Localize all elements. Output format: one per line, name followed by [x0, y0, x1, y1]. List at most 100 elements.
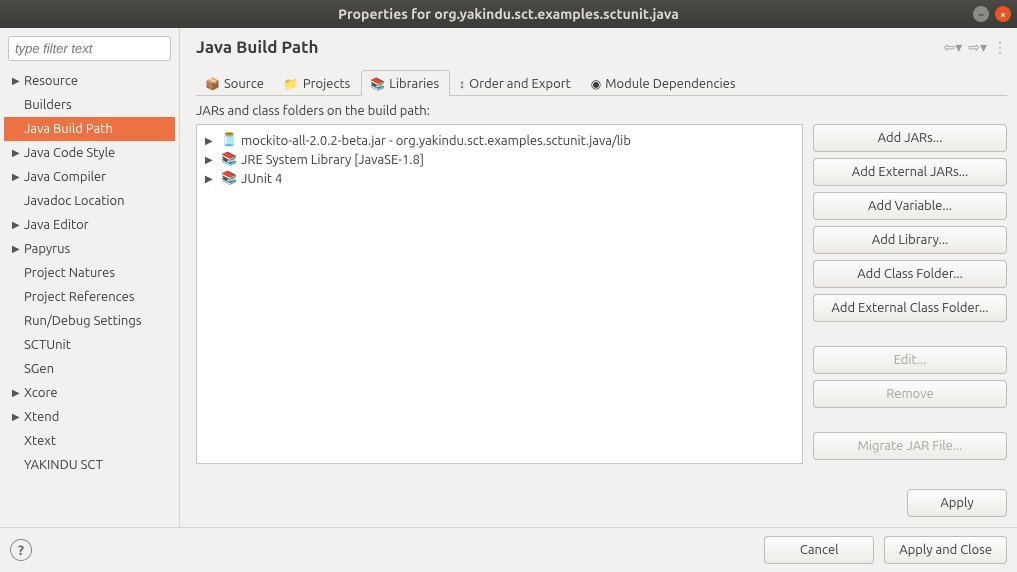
add-external-jars-button[interactable]: Add External JARs...: [813, 158, 1007, 186]
tab-icon: 📁: [284, 77, 299, 91]
sidebar: ▶ResourceBuildersJava Build Path▶Java Co…: [0, 28, 180, 527]
tree-item[interactable]: ▶ 📚 JUnit 4: [201, 169, 798, 188]
cancel-button[interactable]: Cancel: [764, 536, 874, 564]
nav-tree: ▶ResourceBuildersJava Build Path▶Java Co…: [4, 69, 175, 477]
sidebar-item-label: Xtend: [24, 407, 59, 427]
sidebar-item[interactable]: SGen: [4, 357, 175, 381]
expand-icon: ▶: [205, 154, 217, 166]
tab-order-and-export[interactable]: ↕ Order and Export: [450, 70, 582, 96]
sidebar-item[interactable]: Javadoc Location: [4, 189, 175, 213]
sidebar-item-label: SCTUnit: [24, 335, 71, 355]
sidebar-item[interactable]: ▶Papyrus: [4, 237, 175, 261]
tab-module-dependencies[interactable]: ◉ Module Dependencies: [582, 70, 747, 96]
sidebar-item[interactable]: ▶Resource: [4, 69, 175, 93]
tab-icon: ◉: [591, 77, 601, 91]
expand-icon: ▶: [12, 407, 24, 427]
library-icon: 📚: [221, 152, 237, 167]
titlebar: Properties for org.yakindu.sct.examples.…: [0, 0, 1017, 28]
migrate-button: Migrate JAR File...: [813, 432, 1007, 460]
sidebar-item[interactable]: ▶Xtend: [4, 405, 175, 429]
expand-icon: ▶: [205, 173, 217, 185]
tree-item-label: JUnit 4: [241, 172, 282, 186]
sidebar-item[interactable]: Project Natures: [4, 261, 175, 285]
tab-libraries[interactable]: 📚Libraries: [361, 70, 450, 96]
menu-icon[interactable]: ⋮: [993, 39, 1007, 56]
libraries-subhead: JARs and class folders on the build path…: [196, 104, 1007, 118]
libraries-row: ▶ 🫙 mockito-all-2.0.2-beta.jar - org.yakin…: [196, 124, 1007, 477]
window-title: Properties for org.yakindu.sct.examples.…: [338, 6, 679, 22]
sidebar-item-label: Java Compiler: [24, 167, 106, 187]
add-jars-button[interactable]: Add JARs...: [813, 124, 1007, 152]
expand-icon: ▶: [12, 239, 24, 259]
forward-icon[interactable]: ⇨▾: [968, 39, 987, 56]
minimize-button[interactable]: –: [973, 6, 989, 22]
sidebar-item[interactable]: Run/Debug Settings: [4, 309, 175, 333]
tab-icon: 📦: [205, 77, 220, 91]
sidebar-item-label: Java Build Path: [24, 119, 113, 139]
sidebar-item[interactable]: YAKINDU SCT: [4, 453, 175, 477]
sidebar-item[interactable]: ▶Xcore: [4, 381, 175, 405]
sidebar-item-label: Javadoc Location: [24, 191, 125, 211]
tree-item[interactable]: ▶ 🫙 mockito-all-2.0.2-beta.jar - org.yakin…: [201, 131, 798, 150]
sidebar-item-label: Xcore: [24, 383, 58, 403]
expand-icon: ▶: [205, 135, 217, 147]
sidebar-item-label: Resource: [24, 71, 78, 91]
sidebar-item-label: Java Code Style: [24, 143, 115, 163]
expand-icon: ▶: [12, 383, 24, 403]
sidebar-item-label: YAKINDU SCT: [24, 455, 103, 475]
sidebar-item[interactable]: Java Build Path: [4, 117, 175, 141]
tab-source[interactable]: 📦 Source: [196, 70, 275, 96]
add-external-class-folder-button[interactable]: Add External Class Folder...: [813, 294, 1007, 322]
sidebar-item-label: Papyrus: [24, 239, 70, 259]
edit-button: Edit...: [813, 346, 1007, 374]
window-controls: – ×: [973, 6, 1011, 22]
filter-input[interactable]: [8, 36, 171, 61]
help-icon[interactable]: ?: [10, 539, 32, 561]
tab-label: Source: [224, 77, 264, 91]
sidebar-item-label: SGen: [24, 359, 54, 379]
page-title: Java Build Path: [196, 38, 318, 57]
sidebar-item[interactable]: SCTUnit: [4, 333, 175, 357]
sidebar-item[interactable]: ▶Java Compiler: [4, 165, 175, 189]
content-area: ▶ResourceBuildersJava Build Path▶Java Co…: [0, 28, 1017, 527]
footer-buttons: Cancel Apply and Close: [764, 536, 1007, 564]
add-variable-button[interactable]: Add Variable...: [813, 192, 1007, 220]
add-class-folder-button[interactable]: Add Class Folder...: [813, 260, 1007, 288]
apply-button[interactable]: Apply: [907, 489, 1007, 517]
sidebar-item[interactable]: ▶Java Code Style: [4, 141, 175, 165]
tab-body: JARs and class folders on the build path…: [196, 104, 1007, 527]
sidebar-item[interactable]: Builders: [4, 93, 175, 117]
header-toolbar: ⇦▾ ⇨▾ ⋮: [943, 39, 1007, 56]
add-library-button[interactable]: Add Library...: [813, 226, 1007, 254]
close-button[interactable]: ×: [995, 6, 1011, 22]
jar-icon: 🫙: [221, 133, 237, 148]
sidebar-item[interactable]: ▶Java Editor: [4, 213, 175, 237]
tree-item[interactable]: ▶ 📚 JRE System Library [JavaSE-1.8]: [201, 150, 798, 169]
tree-item-label: mockito-all-2.0.2-beta.jar - org.yakindu…: [241, 134, 631, 148]
sidebar-item[interactable]: Project References: [4, 285, 175, 309]
sidebar-item-label: Project Natures: [24, 263, 115, 283]
back-icon[interactable]: ⇦▾: [943, 39, 962, 56]
tree-item-label: JRE System Library [JavaSE-1.8]: [241, 153, 424, 167]
header-row: Java Build Path ⇦▾ ⇨▾ ⋮: [196, 38, 1007, 57]
expand-icon: ▶: [12, 71, 24, 91]
sidebar-item[interactable]: Xtext: [4, 429, 175, 453]
apply-close-button[interactable]: Apply and Close: [884, 536, 1007, 564]
sidebar-item-label: Run/Debug Settings: [24, 311, 141, 331]
tab-label: Projects: [303, 77, 350, 91]
expand-icon: ▶: [12, 143, 24, 163]
expand-icon: ▶: [12, 215, 24, 235]
sidebar-item-label: Xtext: [24, 431, 56, 451]
sidebar-item-label: Builders: [24, 95, 72, 115]
library-icon: 📚: [221, 171, 237, 186]
sidebar-item-label: Project References: [24, 287, 134, 307]
tab-icon: ↕: [459, 77, 465, 91]
tab-label: Order and Export: [469, 77, 571, 91]
tab-projects[interactable]: 📁 Projects: [275, 70, 361, 96]
libraries-button-column: Add JARs... Add External JARs... Add Var…: [813, 124, 1007, 460]
tab-icon: 📚: [370, 77, 385, 91]
tab-label: Module Dependencies: [605, 77, 735, 91]
libraries-tree[interactable]: ▶ 🫙 mockito-all-2.0.2-beta.jar - org.yakin…: [196, 124, 803, 464]
apply-row: Apply: [196, 477, 1007, 527]
expand-icon: ▶: [12, 167, 24, 187]
